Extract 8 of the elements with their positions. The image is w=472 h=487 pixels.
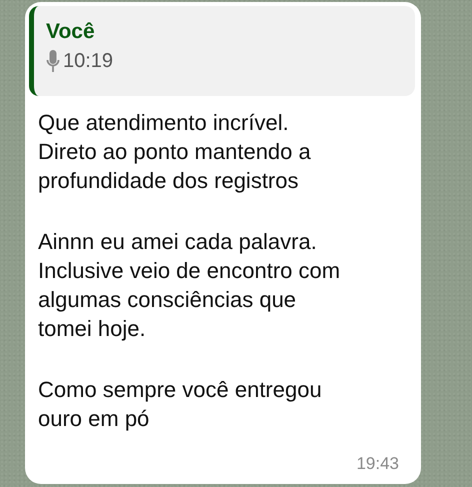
message-time: 19:43	[356, 454, 399, 474]
message-text: Que atendimento incrível. Direto ao ponto mantendo a profundidade dos registros	[38, 109, 312, 195]
microphone-icon	[46, 49, 60, 73]
quoted-message[interactable]: Você 10:19	[29, 6, 415, 96]
message-text: Como sempre você entregou ouro em pó	[38, 376, 323, 433]
quote-author: Você	[46, 20, 96, 44]
voice-duration: 10:19	[63, 50, 114, 72]
message-text: Ainnn eu amei cada palavra. Inclusive veio de encontro com algumas consciências que tomei hoje.	[38, 228, 342, 343]
